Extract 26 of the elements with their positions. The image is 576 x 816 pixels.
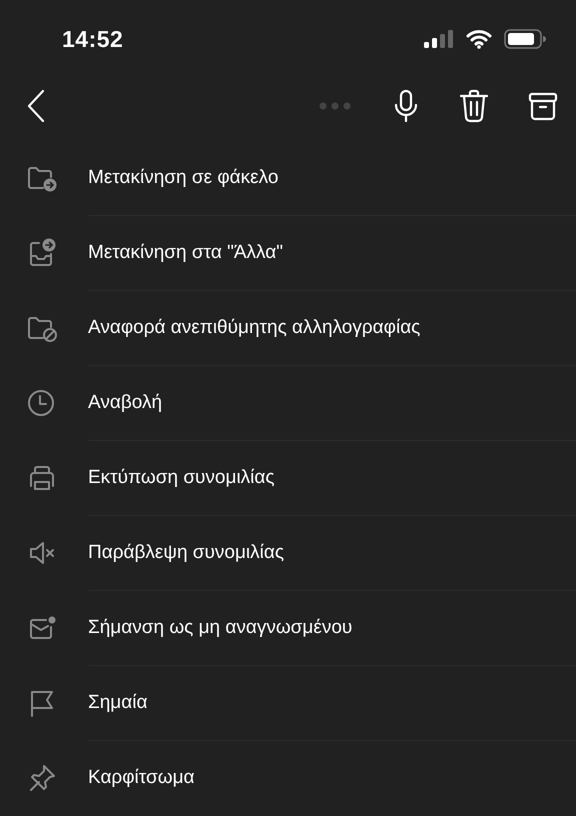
archive-button[interactable] [528,91,558,121]
battery-icon [504,28,546,50]
menu-item-label: Καρφίτσωμα [88,767,195,789]
status-time: 14:52 [62,26,124,52]
menu-item[interactable]: Σημαία [0,665,576,740]
menu-item-label: Εκτύπωση συνομιλίας [88,467,275,489]
menu-item-label: Παράβλεψη συνομιλίας [88,542,284,564]
menu-item-label: Μετακίνηση στα "Άλλα" [88,242,283,264]
menu-item[interactable]: Αναφορά ανεπιθύμητης αλληλογραφίας [0,290,576,365]
signal-icon [424,29,454,49]
menu-item-label: Αναβολή [88,392,162,414]
dots-icon [318,101,352,111]
menu-item-label: Αναφορά ανεπιθύμητης αλληλογραφίας [88,317,420,339]
menu-item[interactable]: Μετακίνηση στα "Άλλα" [0,215,576,290]
menu-item-label: Σημαία [88,692,148,714]
menu-item[interactable]: Σήμανση ως μη αναγνωσμένου [0,590,576,665]
menu-item[interactable]: Αναβολή [0,365,576,440]
menu-item[interactable]: Εκτύπωση συνομιλίας [0,440,576,515]
menu-item-label: Σήμανση ως μη αναγνωσμένου [88,617,352,639]
menu-item-label: Μετακίνηση σε φάκελο [88,166,278,188]
wifi-icon [466,29,492,49]
menu-item[interactable]: Παράβλεψη συνομιλίας [0,515,576,590]
delete-button[interactable] [458,89,490,123]
menu-item[interactable]: Μετακίνηση σε φάκελο [0,140,576,215]
menu-item[interactable]: Καρφίτσωμα [0,740,576,815]
microphone-button[interactable] [392,89,420,123]
